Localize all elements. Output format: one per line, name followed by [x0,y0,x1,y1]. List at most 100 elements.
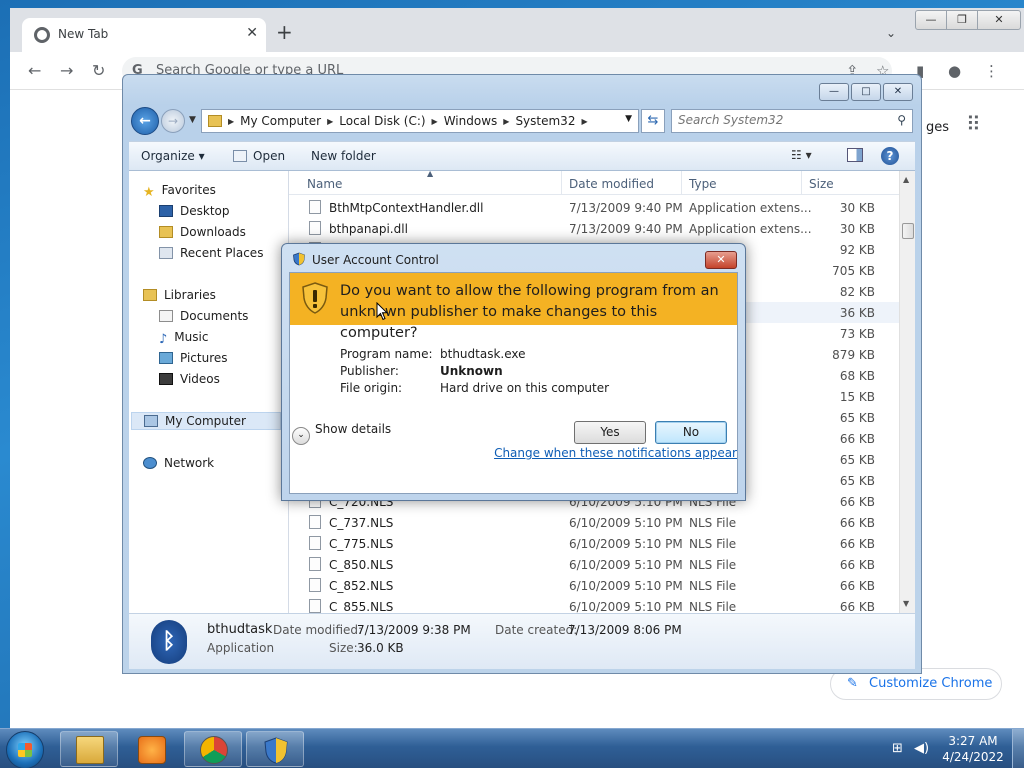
address-dropdown-icon[interactable]: ▼ [625,114,632,124]
new-folder-button[interactable]: New folder [311,149,376,163]
chrome-tab-new-tab[interactable]: New Tab ✕ [22,18,266,52]
recent-places-icon [159,247,173,259]
images-link[interactable]: ges [926,120,949,135]
open-button[interactable]: Open [233,149,285,163]
file-size: 92 KB [839,243,875,257]
details-file-type: Application [207,641,275,655]
table-row[interactable]: C_737.NLS 6/10/2009 5:10 PM NLS File 66 KB [289,512,899,533]
column-divider[interactable] [561,171,562,195]
explorer-maximize-button[interactable]: □ [851,83,881,101]
nav-my-computer[interactable]: My Computer [131,412,281,430]
nav-recent-places[interactable]: Recent Places [159,246,263,260]
refresh-icon[interactable]: ⇆ [641,109,665,133]
taskbar-chrome-button[interactable] [184,731,242,767]
back-arrow-icon[interactable]: ← [28,61,41,80]
nav-label: Favorites [161,183,216,197]
breadcrumb-local-disk[interactable]: Local Disk (C:) [339,114,425,129]
breadcrumb-arrow-icon[interactable]: ▶ [503,114,509,129]
column-divider[interactable] [801,171,802,195]
minimize-button[interactable]: — [916,11,947,29]
breadcrumb-windows[interactable]: Windows [444,114,498,129]
explorer-close-button[interactable]: ✕ [883,83,913,101]
nav-label: Videos [180,372,220,386]
nav-documents[interactable]: Documents [159,309,248,323]
column-date-modified[interactable]: Date modified [569,177,654,191]
breadcrumb-my-computer[interactable]: My Computer [240,114,321,129]
change-notifications-link[interactable]: Change when these notifications appear [494,446,737,460]
forward-arrow-icon[interactable]: → [60,61,73,80]
help-icon[interactable]: ? [881,147,899,165]
table-row[interactable]: C_855.NLS 6/10/2009 5:10 PM NLS File 66 KB [289,596,899,613]
explorer-minimize-button[interactable]: — [819,83,849,101]
change-view-icon[interactable]: ☷ ▾ [791,148,812,162]
recent-pages-chevron-icon[interactable]: ▼ [189,115,196,125]
nav-desktop[interactable]: Desktop [159,204,230,218]
profile-avatar-icon[interactable]: ● [948,62,961,80]
nav-pictures[interactable]: Pictures [159,351,228,365]
nav-network[interactable]: Network [143,456,214,470]
network-tray-icon[interactable]: ⊞ [892,741,903,756]
show-desktop-button[interactable] [1012,729,1024,768]
yes-button[interactable]: Yes [574,421,646,444]
menu-kebab-icon[interactable]: ⋮ [984,62,999,80]
uac-content: Do you want to allow the following progr… [289,272,738,494]
tab-search-chevron-icon[interactable]: ⌄ [886,26,896,40]
start-button[interactable] [6,731,44,768]
forward-button[interactable]: → [161,109,185,133]
open-icon [233,150,247,162]
file-type: NLS File [689,558,737,572]
volume-tray-icon[interactable]: ◀) [914,741,929,756]
nav-libraries[interactable]: Libraries [143,288,216,302]
preview-pane-icon[interactable] [847,148,863,162]
scroll-down-icon[interactable]: ▼ [903,599,909,608]
details-created-label: Date created: [495,623,578,637]
table-row[interactable]: BthMtpContextHandler.dll 7/13/2009 9:40 P… [289,197,899,218]
column-divider[interactable] [681,171,682,195]
new-tab-button[interactable]: + [276,22,293,42]
reload-icon[interactable]: ↻ [92,61,105,80]
table-row[interactable]: bthpanapi.dll 7/13/2009 9:40 PM Applicatio… [289,218,899,239]
organize-button[interactable]: Organize ▾ [141,149,205,163]
tab-close-icon[interactable]: ✕ [246,25,258,41]
column-name[interactable]: Name [307,177,342,191]
close-button[interactable]: ✕ [978,11,1020,29]
file-date-modified: 7/13/2009 9:40 PM [569,222,683,236]
breadcrumb-system32[interactable]: System32 [515,114,575,129]
scroll-thumb[interactable] [902,223,914,239]
uac-close-button[interactable]: ✕ [705,251,737,269]
search-input[interactable] [678,113,878,127]
chrome-tab-strip: New Tab ✕ + ⌄ — ❐ ✕ [10,8,1024,52]
back-button[interactable]: ← [131,107,159,135]
table-row[interactable]: C_852.NLS 6/10/2009 5:10 PM NLS File 66 KB [289,575,899,596]
system-clock[interactable]: 3:27 AM 4/24/2022 [942,733,1004,765]
address-bar[interactable]: ▶ My Computer ▶ Local Disk (C:) ▶ Window… [201,109,639,133]
table-row[interactable]: C_775.NLS 6/10/2009 5:10 PM NLS File 66 KB [289,533,899,554]
breadcrumb-arrow-icon[interactable]: ▶ [581,114,587,129]
taskbar-media-player-button[interactable] [122,731,180,767]
no-button[interactable]: No [655,421,727,444]
nav-videos[interactable]: Videos [159,372,220,386]
taskbar-explorer-button[interactable] [60,731,118,767]
nav-downloads[interactable]: Downloads [159,225,246,239]
apps-grid-icon[interactable]: ⠿ [966,112,981,136]
file-size: 73 KB [839,327,875,341]
breadcrumb-arrow-icon[interactable]: ▶ [432,114,438,129]
breadcrumb-arrow-icon[interactable]: ▶ [228,114,234,129]
folder-icon [208,115,222,127]
table-row[interactable]: C_850.NLS 6/10/2009 5:10 PM NLS File 66 KB [289,554,899,575]
file-size: 66 KB [839,432,875,446]
taskbar-uac-button[interactable] [246,731,304,767]
column-headers: Name ▲ Date modified Type Size [289,171,899,195]
breadcrumb-arrow-icon[interactable]: ▶ [327,114,333,129]
vertical-scrollbar[interactable]: ▲ ▼ [899,171,915,613]
column-size[interactable]: Size [809,177,834,191]
nav-label: Downloads [180,225,246,239]
scroll-up-icon[interactable]: ▲ [903,175,909,184]
nav-favorites[interactable]: ★ Favorites [143,183,216,200]
restore-button[interactable]: ❐ [947,11,978,29]
nav-music[interactable]: ♪ Music [159,330,208,347]
show-details-button[interactable]: ⌄ Show details [292,422,391,445]
column-type[interactable]: Type [689,177,717,191]
search-box[interactable]: ⚲ [671,109,913,133]
file-name: C_852.NLS [329,579,394,593]
